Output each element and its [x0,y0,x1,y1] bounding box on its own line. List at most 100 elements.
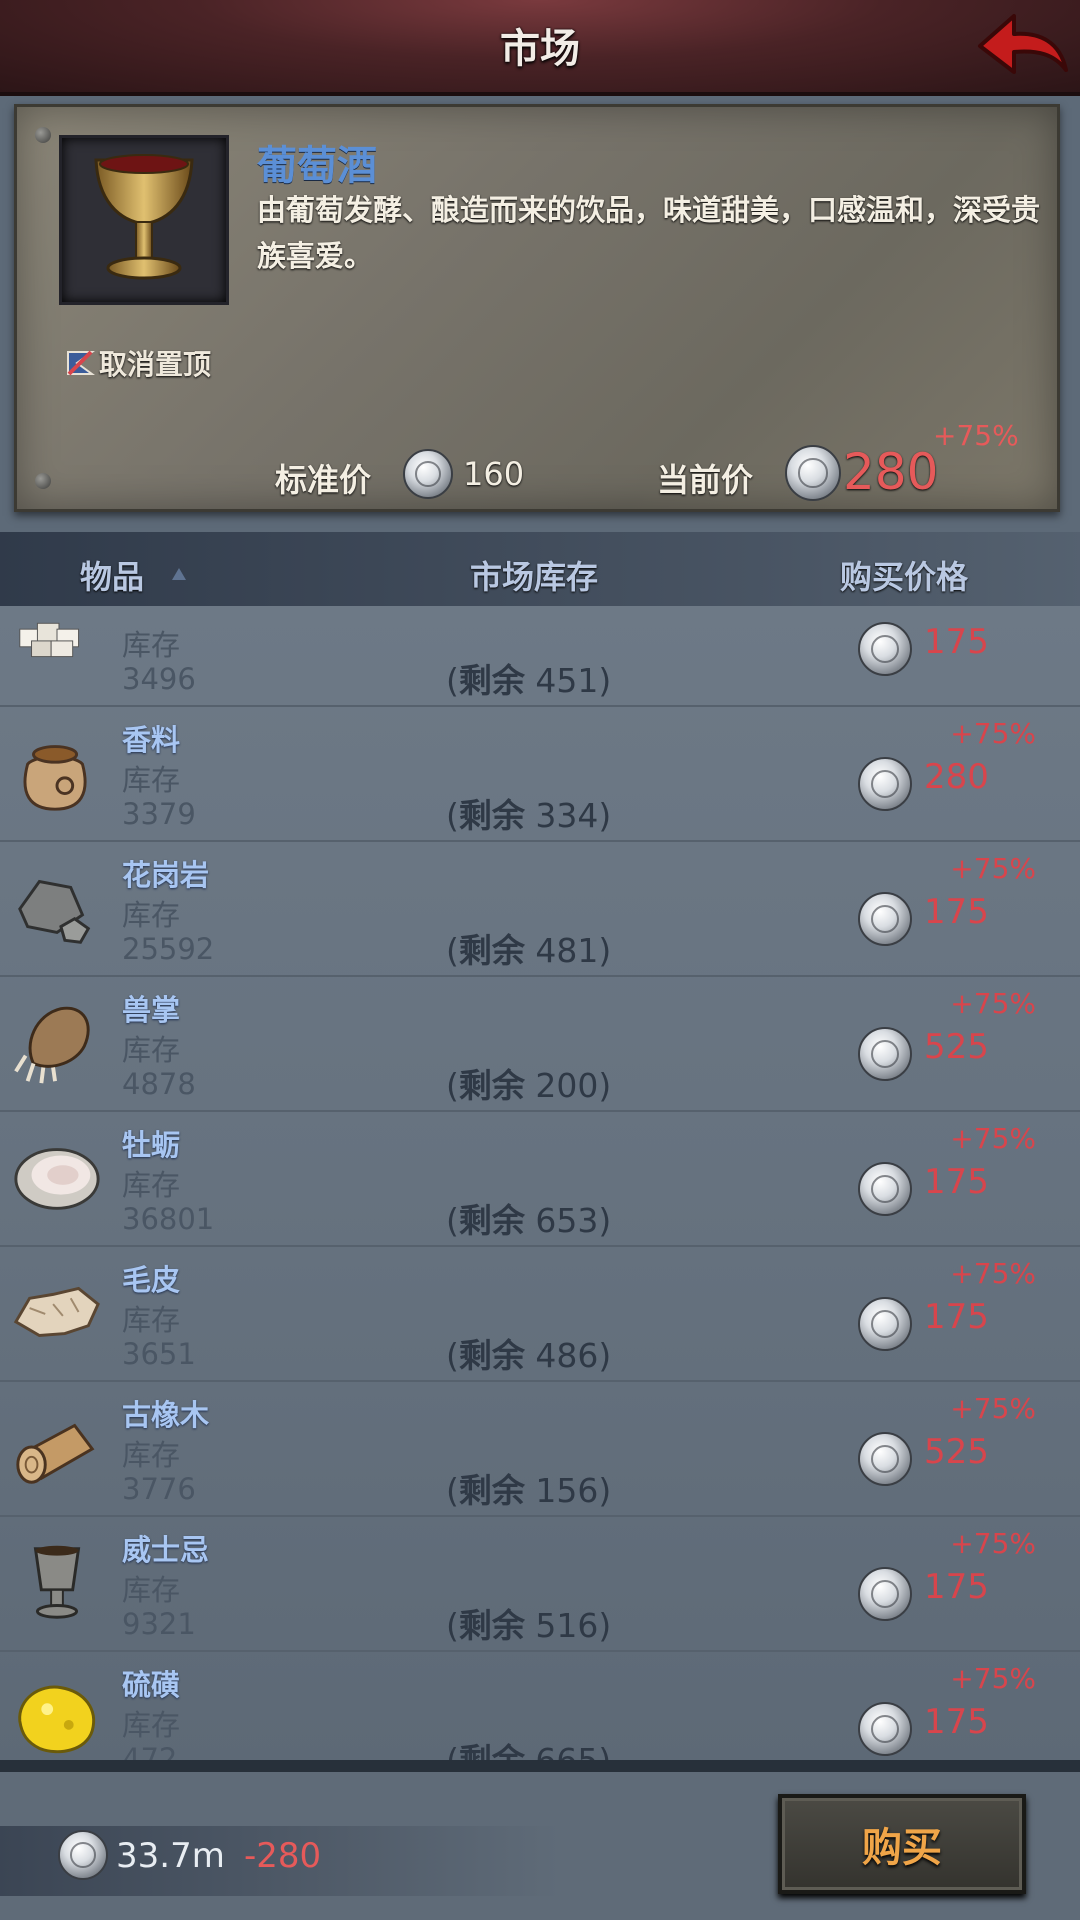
current-price-value: 280 [843,443,939,501]
stock-value: 3379 [122,797,196,831]
rivet-icon [35,127,51,143]
buy-price: 175 [924,1162,989,1202]
column-market-stock[interactable]: 市场库存 [470,552,598,598]
remaining-label: 剩余 [458,1201,525,1240]
price-percent: +75% [950,1527,1036,1560]
silver-coin-icon [858,622,912,676]
current-price-label: 当前价 [657,461,754,499]
wallet-change: -280 [244,1836,322,1876]
footer-bar: 33.7m -280 购买 [0,1772,1080,1920]
silver-coin-icon [858,1567,912,1621]
list-item[interactable]: 威士忌 库存 9321 (剩余 516) +75% 175 [0,1515,1080,1652]
list-item[interactable]: 古橡木 库存 3776 (剩余 156) +75% 525 [0,1380,1080,1517]
item-detail-panel: 葡萄酒 由葡萄发酵、酿造而来的饮品，味道甜美，口感温和，深受贵族喜爱。 取消置顶… [14,104,1060,512]
remaining-stock: (剩余 516) [446,1606,612,1645]
page-title: 市场 [500,26,580,72]
silver-coin-icon [858,1702,912,1756]
item-name: 香料 [122,723,181,757]
stock-value: 3776 [122,1472,196,1506]
buy-price: 175 [924,1702,989,1742]
unpin-button[interactable]: 取消置顶 [65,343,211,383]
item-image-frame [59,135,229,305]
remaining-stock: (剩余 451) [446,661,612,700]
remaining-value: 516 [535,1606,599,1645]
wallet-amount: 33.7m [116,1836,225,1876]
buy-price: 525 [924,1432,989,1472]
list-item[interactable]: 兽掌 库存 4878 (剩余 200) +75% 525 [0,975,1080,1112]
stock-value: 3496 [122,662,196,696]
rivet-icon [35,473,51,489]
remaining-stock: (剩余 156) [446,1471,612,1510]
buy-button[interactable]: 购买 [778,1794,1026,1894]
buy-price: 175 [924,1297,989,1337]
item-name: 硫磺 [122,1668,181,1702]
whisky-cup-icon [33,1545,81,1619]
silver-coin-icon [58,1830,108,1880]
list-item[interactable]: 香料 库存 3379 (剩余 334) +75% 280 [0,705,1080,842]
list-item[interactable]: 花岗岩库存 25592 (剩余 481) +75% 175 [0,840,1080,977]
silver-coin-icon [858,757,912,811]
remaining-value: 653 [535,1201,599,1240]
buy-price: 175 [924,622,989,662]
list-item[interactable]: 库存 3496 (剩余 451) 175 [0,606,1080,707]
oak-log-icon [16,1423,95,1484]
sort-ascending-icon[interactable] [172,568,186,580]
item-name: 花岗岩 [122,858,210,892]
silver-coin-icon [785,445,841,501]
back-arrow-icon[interactable] [974,8,1070,82]
remaining-label: 剩余 [458,931,525,970]
price-percent: +75% [950,1257,1036,1290]
price-percent: +75% [950,1392,1036,1425]
stock-label: 库存 [122,1033,181,1067]
buy-price: 525 [924,1027,989,1067]
silver-coin-icon [858,1027,912,1081]
item-name: 兽掌 [122,993,181,1027]
stock-label: 库存 [122,628,181,662]
fur-icon [13,1286,100,1337]
stock-value: 3651 [122,1337,196,1371]
column-buy-price[interactable]: 购买价格 [840,552,968,598]
item-name: 葡萄酒 [257,143,377,189]
price-percent: +75% [950,852,1036,885]
remaining-label: 剩余 [458,1606,525,1645]
standard-price-value: 160 [463,455,525,493]
goods-list[interactable]: 库存 3496 (剩余 451) 175 香料 库存 3379 (剩余 334) +75% 280… [0,606,1080,1766]
price-percent: +75% [950,1122,1036,1155]
spice-sack-icon [23,745,87,811]
remaining-label: 剩余 [458,661,525,700]
buy-price: 175 [924,892,989,932]
remaining-stock: (剩余 334) [446,796,612,835]
silver-coin-icon [858,1297,912,1351]
stock-value: 25592 [122,932,215,966]
silver-coin-icon [858,892,912,946]
item-name: 威士忌 [122,1533,210,1567]
beast-paw-icon [14,1006,90,1084]
list-header: 物品 市场库存 购买价格 [0,532,1080,606]
list-item[interactable]: 硫磺 库存 472 (剩余 665) +75% 175 [0,1650,1080,1766]
silver-coin-icon [403,449,453,499]
column-item[interactable]: 物品 [80,552,144,598]
remaining-value: 200 [535,1066,599,1105]
remaining-value: 334 [535,796,599,835]
remaining-stock: (剩余 653) [446,1201,612,1240]
remaining-label: 剩余 [458,1471,525,1510]
list-item[interactable]: 毛皮 库存 3651 (剩余 486) +75% 175 [0,1245,1080,1382]
remaining-value: 156 [535,1471,599,1510]
item-name: 牡蛎 [122,1128,181,1162]
buy-price: 280 [924,757,989,797]
oyster-icon [14,1148,100,1210]
sulfur-icon [18,1685,95,1754]
stock-label: 库存 [122,1708,181,1742]
unpin-label: 取消置顶 [99,348,212,381]
salt-icon [19,622,80,658]
price-percent: +75% [950,1662,1036,1695]
granite-icon [18,879,91,944]
silver-coin-icon [858,1162,912,1216]
remaining-label: 剩余 [458,1066,525,1105]
remaining-value: 481 [535,931,599,970]
stock-label: 库存 [122,898,181,932]
remaining-stock: (剩余 481) [446,931,612,970]
list-item[interactable]: 牡蛎 库存 36801 (剩余 653) +75% 175 [0,1110,1080,1247]
stock-label: 库存 [122,1303,181,1337]
remaining-value: 451 [535,661,599,700]
